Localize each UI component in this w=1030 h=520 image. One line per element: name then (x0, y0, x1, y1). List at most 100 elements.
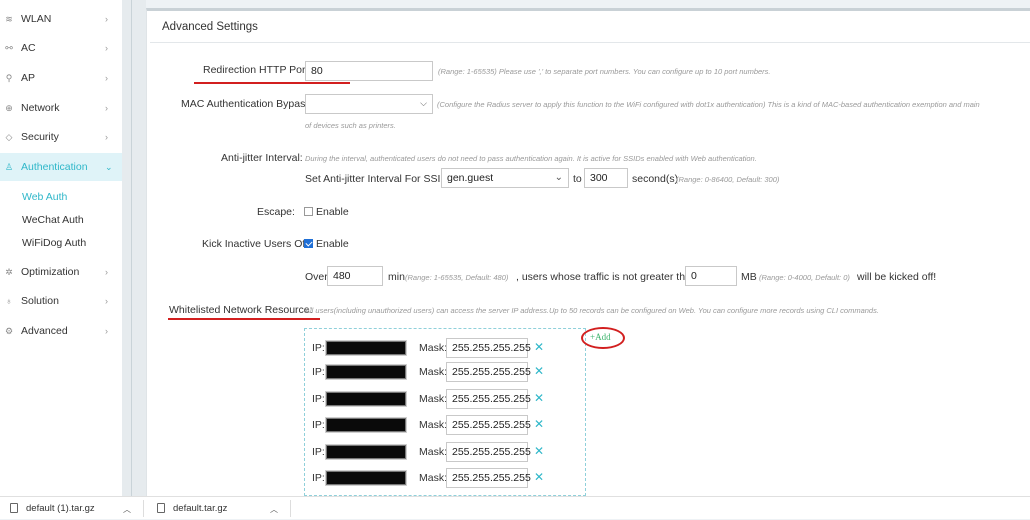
kick-min-hint: (Range: 1-65535, Default: 480) (405, 273, 509, 282)
mask-label: Mask: (419, 393, 448, 405)
close-icon[interactable]: ✕ (534, 470, 544, 484)
chevron-down-icon: ⌄ (105, 161, 113, 172)
sidebar-item-label: AP (21, 72, 36, 84)
sidebar-subitem-wechat-auth[interactable]: WeChat Auth (22, 214, 84, 226)
sidebar-gutter (122, 0, 146, 496)
whitelist-add-button[interactable]: +Add (590, 332, 611, 342)
globe-icon: ⊕ (5, 102, 13, 113)
ip-label: IP: (312, 366, 325, 378)
ip-input[interactable] (325, 417, 407, 433)
ip-input[interactable] (325, 391, 407, 407)
ac-icon: ⚯ (5, 42, 13, 53)
sidebar-subitem-web-auth[interactable]: Web Auth (22, 191, 67, 203)
close-icon[interactable]: ✕ (534, 444, 544, 458)
sidebar-item-security[interactable]: ◇ Security › (0, 123, 122, 151)
anti-jitter-seconds-unit: second(s) (632, 173, 679, 185)
anti-jitter-ssid-select[interactable]: gen.guest ⌄ (441, 168, 569, 188)
whitelist-hint: All users(including unauthorized users) … (305, 306, 879, 315)
sidebar-item-label: Solution (21, 295, 59, 307)
ap-icon: ⚲ (5, 72, 13, 83)
download-file-name: default.tar.gz (173, 503, 228, 514)
anti-jitter-label: Anti-jitter Interval: (221, 152, 303, 164)
mac-bypass-label: MAC Authentication Bypass: (181, 98, 314, 110)
mask-input[interactable]: 255.255.255.255 (446, 468, 531, 488)
sidebar-item-authentication[interactable]: ♙ Authentication ⌄ (0, 153, 122, 181)
ip-input[interactable] (325, 364, 407, 380)
close-icon[interactable]: ✕ (534, 417, 544, 431)
sidebar-item-ac[interactable]: ⚯ AC › (0, 34, 122, 62)
sidebar: ≋ WLAN › ⚯ AC › ⚲ AP › ⊕ Network › ◇ Sec… (0, 0, 122, 496)
divider (143, 500, 144, 517)
kick-mb-text: MB (741, 271, 757, 283)
close-icon[interactable]: ✕ (534, 340, 544, 354)
whitelist-label: Whitelisted Network Resource: (169, 304, 313, 316)
sidebar-subitem-wifidog-auth[interactable]: WiFiDog Auth (22, 237, 86, 249)
sidebar-item-solution[interactable]: ♁ Solution › (0, 287, 122, 315)
kick-inactive-label: Kick Inactive Users Off: (202, 238, 311, 250)
mac-bypass-hint-continued: of devices such as printers. (305, 121, 396, 130)
mac-bypass-select[interactable]: ⌵ (305, 94, 433, 114)
ip-input[interactable] (325, 340, 407, 356)
sidebar-item-label: Security (21, 131, 59, 143)
chevron-right-icon: › (105, 103, 108, 113)
anti-jitter-description: During the interval, authenticated users… (305, 154, 757, 163)
ip-label: IP: (312, 472, 325, 484)
sidebar-item-label: Network (21, 102, 60, 114)
close-icon[interactable]: ✕ (534, 391, 544, 405)
kick-traffic-text: , users whose traffic is not greater tha… (516, 271, 697, 283)
mask-input[interactable]: 255.255.255.255 (446, 338, 531, 358)
sidebar-item-label: WLAN (21, 13, 52, 25)
annotation-underline (168, 318, 320, 320)
kick-inactive-checkbox-label: Enable (316, 238, 349, 250)
redirection-port-input[interactable] (305, 61, 433, 81)
mask-label: Mask: (419, 342, 448, 354)
close-icon[interactable]: ✕ (534, 364, 544, 378)
chevron-down-icon: ⌵ (420, 98, 427, 108)
mask-input[interactable]: 255.255.255.255 (446, 442, 531, 462)
mask-label: Mask: (419, 419, 448, 431)
kick-kicked-text: will be kicked off! (857, 271, 937, 283)
sidebar-item-wlan[interactable]: ≋ WLAN › (0, 5, 122, 33)
chevron-right-icon: › (105, 43, 108, 53)
sidebar-item-ap[interactable]: ⚲ AP › (0, 64, 122, 92)
anti-jitter-ssid-value: gen.guest (447, 172, 494, 184)
chevron-up-icon[interactable]: ︿ (123, 504, 131, 515)
kick-mb-hint: (Range: 0-4000, Default: 0) (759, 273, 850, 282)
redirection-port-hint: (Range: 1-65535) Please use ',' to separ… (438, 67, 771, 76)
ip-label: IP: (312, 419, 325, 431)
panel-title: Advanced Settings (162, 21, 258, 33)
sidebar-item-network[interactable]: ⊕ Network › (0, 94, 122, 122)
anti-jitter-seconds-hint: (Range: 0-86400, Default: 300) (676, 175, 780, 184)
mask-input[interactable]: 255.255.255.255 (446, 362, 531, 382)
file-icon (157, 503, 165, 513)
ip-label: IP: (312, 393, 325, 405)
kick-traffic-input[interactable] (685, 266, 737, 286)
mask-input[interactable]: 255.255.255.255 (446, 389, 531, 409)
divider (150, 42, 1030, 43)
chevron-right-icon: › (105, 73, 108, 83)
chevron-down-icon: ⌄ (554, 172, 563, 183)
sidebar-item-label: Advanced (21, 325, 68, 337)
ip-input[interactable] (325, 444, 407, 460)
mask-input[interactable]: 255.255.255.255 (446, 415, 531, 435)
sidebar-item-advanced[interactable]: ⚙ Advanced › (0, 317, 122, 345)
chevron-right-icon: › (105, 267, 108, 277)
chevron-right-icon: › (105, 14, 108, 24)
sidebar-item-label: Optimization (21, 266, 80, 278)
anti-jitter-seconds-input[interactable] (584, 168, 628, 188)
divider (131, 0, 132, 496)
ip-label: IP: (312, 342, 325, 354)
kick-over-text: Over (305, 271, 328, 283)
redirection-port-label: Redirection HTTP Port: (203, 64, 312, 76)
mask-label: Mask: (419, 472, 448, 484)
sidebar-item-optimization[interactable]: ✲ Optimization › (0, 258, 122, 286)
wifi-icon: ≋ (5, 13, 13, 24)
ip-input[interactable] (325, 470, 407, 486)
escape-checkbox[interactable] (304, 207, 313, 216)
mac-bypass-hint: (Configure the Radius server to apply th… (437, 100, 980, 109)
downloads-bar: default (1).tar.gz ︿ default.tar.gz ︿ (0, 496, 1030, 519)
chevron-up-icon[interactable]: ︿ (270, 504, 278, 515)
kick-minutes-input[interactable] (327, 266, 383, 286)
kick-inactive-checkbox[interactable] (304, 239, 313, 248)
chevron-right-icon: › (105, 296, 108, 306)
